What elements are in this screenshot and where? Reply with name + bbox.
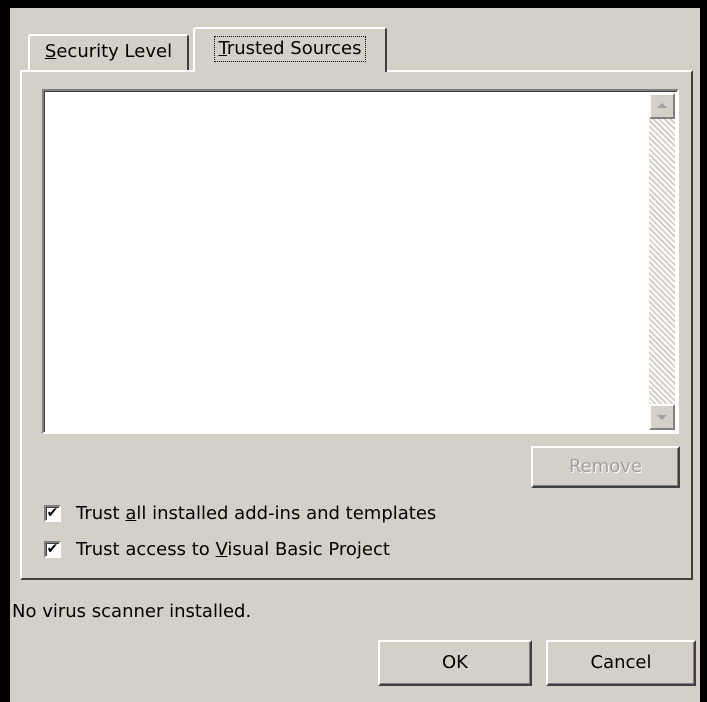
- trust-vba-label: Trust access to Visual Basic Project: [76, 539, 390, 560]
- list-scrollbar[interactable]: [649, 93, 675, 430]
- arrow-down-icon: [657, 415, 667, 420]
- tab-security-level-label: Security Level: [44, 41, 173, 62]
- scroll-down-button[interactable]: [649, 404, 675, 430]
- checkmark-icon: ✔: [46, 541, 59, 557]
- trust-add-ins-checkbox[interactable]: ✔: [44, 505, 61, 522]
- trust-vba-checkbox[interactable]: ✔: [44, 541, 61, 558]
- trusted-sources-list[interactable]: [42, 89, 679, 434]
- window-frame-top: [0, 0, 707, 8]
- tab-trusted-sources-label: Trusted Sources: [214, 36, 366, 62]
- checkmark-icon: ✔: [46, 505, 59, 521]
- trusted-sources-panel: Remove ✔ Trust all installed add-ins and…: [20, 70, 693, 580]
- window-frame-left: [0, 0, 10, 702]
- scroll-up-button[interactable]: [649, 93, 675, 119]
- tab-security-level[interactable]: Security Level: [28, 34, 189, 72]
- trust-add-ins-label: Trust all installed add-ins and template…: [76, 503, 437, 524]
- cancel-button[interactable]: Cancel: [546, 640, 696, 686]
- tab-trusted-sources[interactable]: Trusted Sources: [193, 27, 387, 72]
- window-frame-right: [700, 0, 707, 702]
- remove-button[interactable]: Remove: [531, 446, 680, 488]
- ok-button[interactable]: OK: [378, 640, 532, 686]
- arrow-up-icon: [657, 103, 667, 108]
- virus-scanner-status: No virus scanner installed.: [12, 601, 252, 622]
